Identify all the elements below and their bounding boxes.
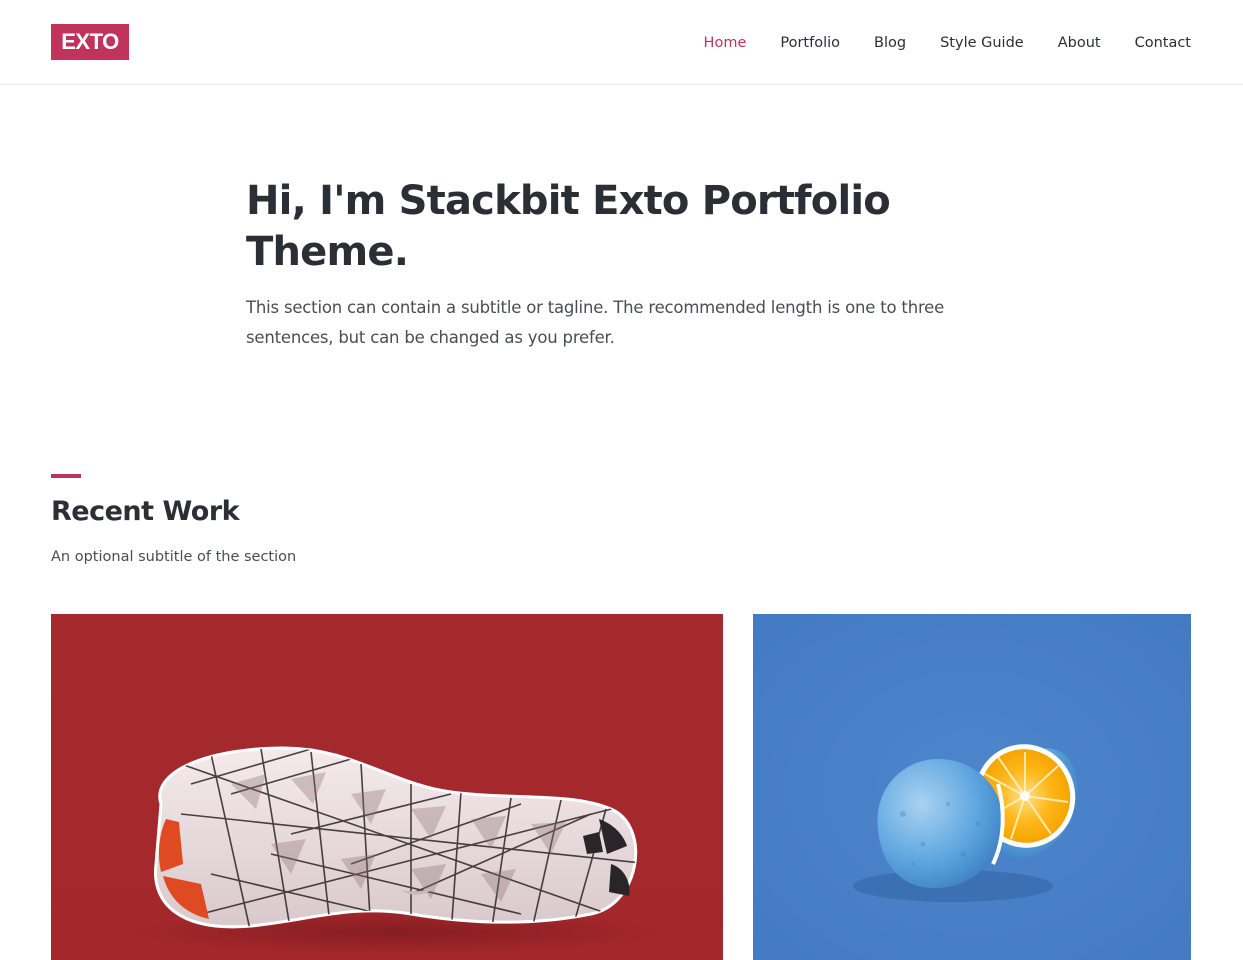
section-subtitle: An optional subtitle of the section xyxy=(51,549,297,565)
nav-item-portfolio[interactable]: Portfolio xyxy=(780,35,840,51)
nav-item-style-guide[interactable]: Style Guide xyxy=(940,35,1024,51)
nav-item-about[interactable]: About xyxy=(1058,35,1101,51)
hero-subtitle: This section can contain a subtitle or t… xyxy=(246,298,945,347)
portfolio-card-sneaker[interactable] xyxy=(51,614,723,960)
sneaker-sole-image xyxy=(51,614,723,960)
nav-item-blog[interactable]: Blog xyxy=(874,35,906,51)
blue-orange-image xyxy=(753,614,1191,960)
portfolio-card-orange[interactable] xyxy=(753,614,1191,960)
hero-title: Hi, I'm Stackbit Exto Portfolio Theme. xyxy=(246,178,891,275)
section-accent-rule xyxy=(51,474,81,478)
nav-item-contact[interactable]: Contact xyxy=(1135,35,1191,51)
site-logo[interactable]: EXTO xyxy=(51,24,129,60)
nav-item-home[interactable]: Home xyxy=(704,35,747,51)
section-title: Recent Work xyxy=(51,496,240,527)
hero-section: Hi, I'm Stackbit Exto Portfolio Theme. T… xyxy=(246,176,1006,353)
main-nav: Home Portfolio Blog Style Guide About Co… xyxy=(670,0,1191,85)
site-header: EXTO Home Portfolio Blog Style Guide Abo… xyxy=(0,0,1243,85)
